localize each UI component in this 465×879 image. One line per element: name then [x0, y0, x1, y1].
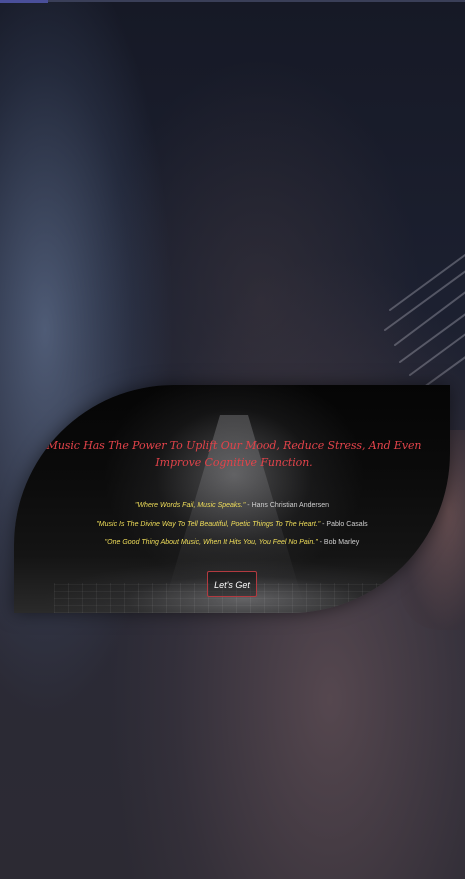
hero-card: Music Has The Power To Uplift Our Mood, …	[14, 385, 450, 613]
top-border	[0, 0, 465, 2]
quote-casals: "Music Is The Divine Way To Tell Beautif…	[24, 520, 440, 530]
quote-andersen: "Where Words Fail, Music Speaks." - Hans…	[24, 501, 440, 511]
quote-marley: "One Good Thing About Music, When It Hit…	[24, 538, 440, 548]
lets-get-button[interactable]: Let's Get	[207, 571, 257, 597]
hero-headline: Music Has The Power To Uplift Our Mood, …	[46, 439, 422, 469]
top-accent-bar	[0, 0, 48, 3]
quote-text: "One Good Thing About Music, When It Hit…	[104, 539, 318, 546]
page-background: Music Has The Power To Uplift Our Mood, …	[0, 0, 465, 879]
quote-text: "Where Words Fail, Music Speaks."	[134, 502, 246, 509]
quote-author: - Pablo Casals	[320, 521, 368, 528]
quote-text: "Music Is The Divine Way To Tell Beautif…	[96, 521, 321, 528]
quote-author: - Hans Christian Andersen	[245, 502, 330, 509]
quote-author: - Bob Marley	[317, 539, 360, 546]
